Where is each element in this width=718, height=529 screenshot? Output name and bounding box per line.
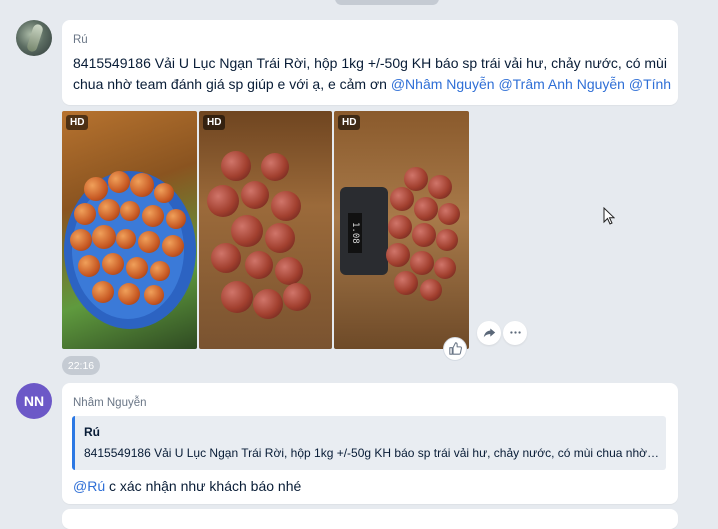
- avatar-photo-detail: [25, 23, 45, 53]
- sender-avatar-ru[interactable]: [16, 20, 52, 56]
- lychee: [410, 251, 434, 275]
- lychee: [142, 205, 164, 227]
- lychee: [221, 151, 251, 181]
- lychee: [394, 271, 418, 295]
- more-options-button[interactable]: [503, 321, 527, 345]
- lychee: [102, 253, 124, 275]
- lychee: [108, 171, 130, 193]
- lychee: [386, 243, 410, 267]
- reply-text: @Rú c xác nhận như khách báo nhé: [73, 476, 673, 497]
- lychee: [221, 281, 253, 313]
- mention-nham-nguyen[interactable]: @Nhâm Nguyễn: [391, 76, 495, 92]
- mention-tram-anh-nguyen[interactable]: @Trâm Anh Nguyễn: [498, 76, 625, 92]
- lychee: [150, 261, 170, 281]
- hd-badge: HD: [338, 115, 361, 130]
- lychee: [130, 173, 154, 197]
- quoted-message[interactable]: Rú 8415549186 Vải U Lục Ngạn Trái Rời, h…: [72, 416, 666, 470]
- lychee: [98, 199, 120, 221]
- lychee: [253, 289, 283, 319]
- lychee: [275, 257, 303, 285]
- lychee: [162, 235, 184, 257]
- lychee: [436, 229, 458, 251]
- mouse-cursor-icon: [603, 206, 616, 229]
- lychee: [271, 191, 301, 221]
- hd-badge: HD: [203, 115, 226, 130]
- thumbs-up-icon: [448, 340, 462, 359]
- like-reaction-button[interactable]: [443, 337, 467, 361]
- lychee: [166, 209, 186, 229]
- lychee: [70, 229, 92, 251]
- message-text-line-2-body: chua nhờ team đánh giá sp giúp e với ạ, …: [73, 76, 387, 92]
- message-bubble-1[interactable]: Rú 8415549186 Vải U Lục Ngạn Trái Rời, h…: [62, 20, 678, 105]
- mention-ru[interactable]: @Rú: [73, 478, 105, 494]
- lychee: [414, 197, 438, 221]
- lychee: [388, 215, 412, 239]
- lychee: [207, 185, 239, 217]
- lychee: [211, 243, 241, 273]
- message-bubble-3-partial[interactable]: [62, 509, 678, 529]
- quote-sender: Rú: [84, 425, 100, 439]
- sender-avatar-nham-nguyen[interactable]: NN: [16, 383, 52, 419]
- reply-text-body: c xác nhận như khách báo nhé: [105, 478, 302, 494]
- lychee: [116, 229, 136, 249]
- lychee: [261, 153, 289, 181]
- lychee: [144, 285, 164, 305]
- lychee: [126, 257, 148, 279]
- share-arrow-icon: [483, 324, 496, 343]
- message-sender: Rú: [73, 34, 88, 46]
- lychee: [118, 283, 140, 305]
- lychee: [283, 283, 311, 311]
- lychee: [412, 223, 436, 247]
- lychee: [84, 177, 108, 201]
- lychee: [438, 203, 460, 225]
- lychee: [92, 225, 116, 249]
- message-text-line-2: chua nhờ team đánh giá sp giúp e với ạ, …: [73, 74, 673, 95]
- lychee: [245, 251, 273, 279]
- photo-lychee-bowl[interactable]: HD: [62, 111, 197, 349]
- share-button[interactable]: [477, 321, 501, 345]
- lychee: [390, 187, 414, 211]
- message-sender: Nhâm Nguyễn: [73, 397, 147, 409]
- message-text-line-1: 8415549186 Vải U Lục Ngạn Trái Rời, hộp …: [73, 55, 667, 71]
- lychee: [120, 201, 140, 221]
- lychee: [138, 231, 160, 253]
- lychee: [78, 255, 100, 277]
- digital-scale: 1.08: [340, 187, 388, 275]
- message-timestamp: 22:16: [62, 356, 100, 375]
- lychee: [241, 181, 269, 209]
- lychee: [420, 279, 442, 301]
- scale-reading: 1.08: [348, 213, 362, 253]
- lychee: [92, 281, 114, 303]
- photo-lychee-scale[interactable]: 1.08 HD: [334, 111, 469, 349]
- lychee: [74, 203, 96, 225]
- mention-tinh[interactable]: @Tính: [629, 76, 671, 92]
- lychee: [265, 223, 295, 253]
- lychee: [154, 183, 174, 203]
- top-date-pill: [335, 0, 439, 5]
- lychee: [231, 215, 263, 247]
- quote-text: 8415549186 Vải U Lục Ngạn Trái Rời, hộp …: [84, 446, 662, 460]
- hd-badge: HD: [66, 115, 89, 130]
- lychee: [434, 257, 456, 279]
- lychee: [428, 175, 452, 199]
- more-dots-icon: [509, 324, 522, 343]
- photo-lychee-board[interactable]: HD: [199, 111, 332, 349]
